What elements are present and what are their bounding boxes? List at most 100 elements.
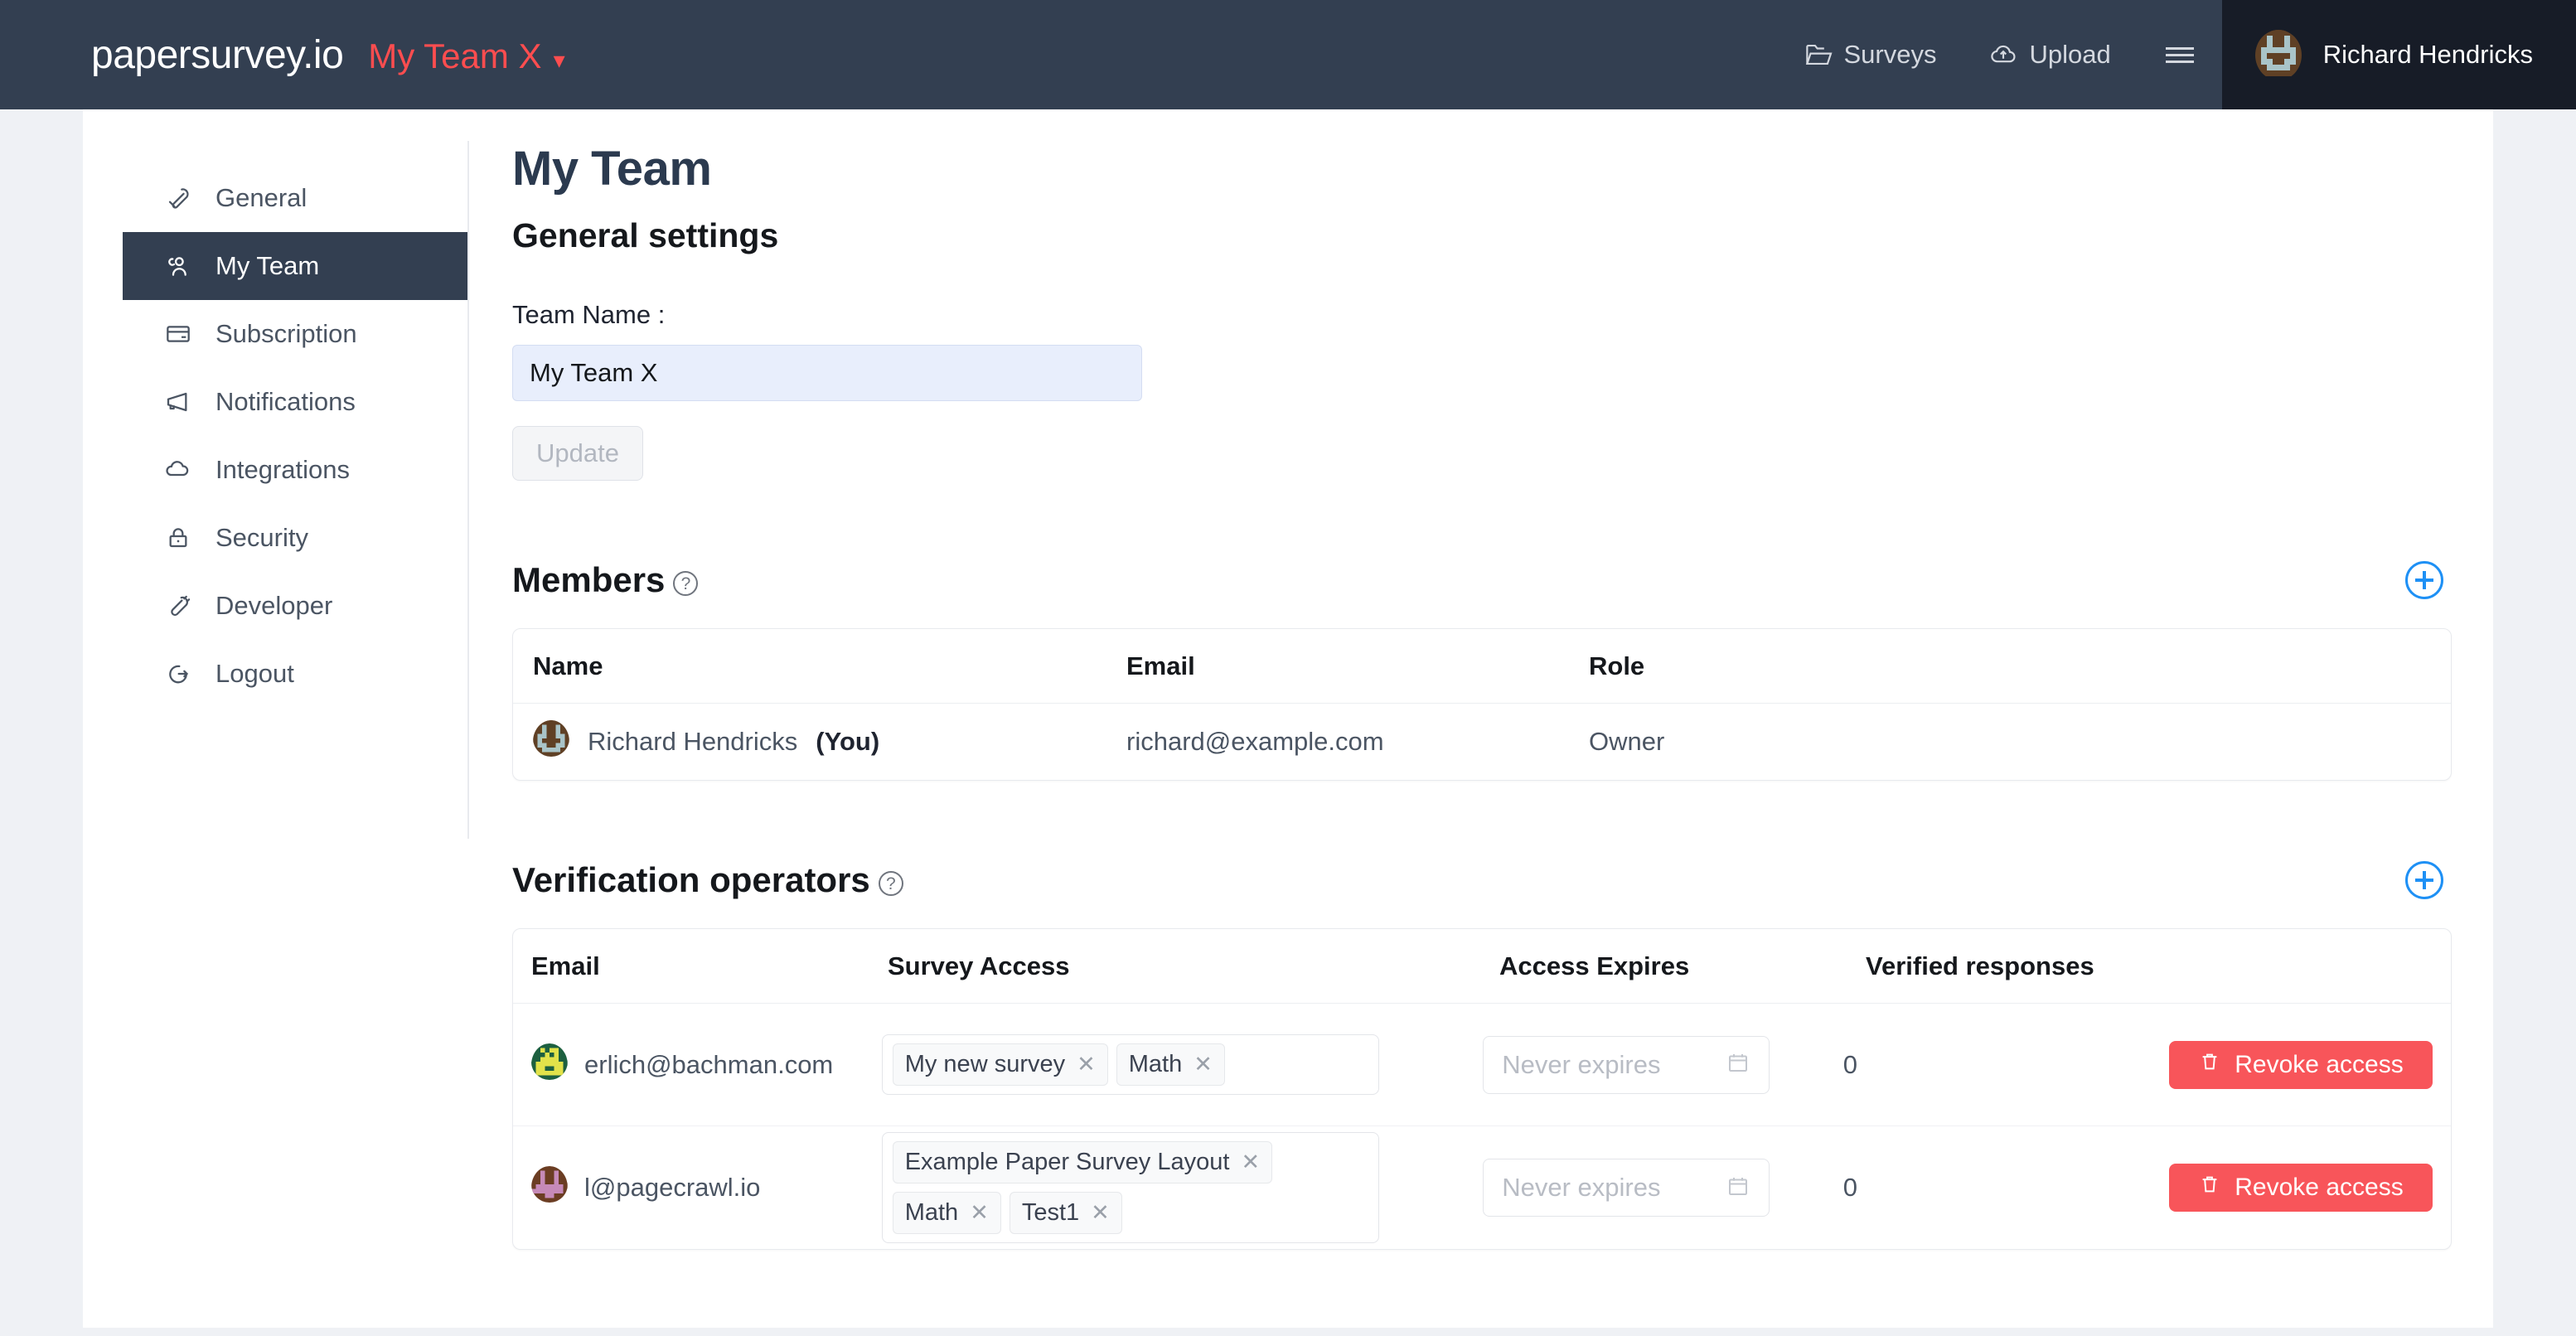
survey-access-tagbox[interactable]: Example Paper Survey Layout ✕ Math ✕ Tes… — [881, 1132, 1379, 1243]
add-member-button[interactable] — [2405, 561, 2443, 599]
list-item[interactable]: Example Paper Survey Layout ✕ — [892, 1141, 1273, 1184]
avatar — [2254, 29, 2302, 80]
sidebar-item-subscription[interactable]: Subscription — [123, 300, 467, 368]
close-icon[interactable]: ✕ — [1194, 1052, 1213, 1077]
revoke-access-button[interactable]: Revoke access — [2168, 1040, 2433, 1089]
member-name-text: Richard Hendricks — [588, 727, 798, 756]
sidebar-item-security[interactable]: Security — [123, 504, 467, 572]
page-surface: General My Team Subscription Notificatio… — [83, 109, 2493, 1328]
members-table-header: Name Email Role — [513, 629, 2451, 704]
members-col-email: Email — [1126, 651, 1195, 680]
table-row: erlich@bachman.com My new survey ✕ Math … — [513, 1004, 2451, 1126]
nav-link-surveys-label: Surveys — [1843, 40, 1937, 69]
sidebar-item-my-team-label: My Team — [215, 251, 320, 280]
members-col-role: Role — [1589, 651, 1645, 680]
members-title: Members ? — [512, 560, 699, 600]
top-navbar: papersurvey.io My Team X ▾ Surveys Uploa… — [0, 0, 2576, 109]
operators-title: Verification operators ? — [512, 860, 903, 900]
chevron-down-icon: ▾ — [553, 46, 565, 73]
help-icon[interactable]: ? — [878, 871, 903, 896]
member-name: Richard Hendricks (You) — [533, 720, 1126, 763]
operator-survey-access-cell: My new survey ✕ Math ✕ — [881, 1034, 1484, 1095]
close-icon[interactable]: ✕ — [1241, 1150, 1260, 1175]
operators-col-email: Email — [531, 951, 600, 980]
logout-icon — [164, 660, 192, 688]
wrench-icon — [164, 184, 192, 212]
sidebar-item-developer[interactable]: Developer — [123, 572, 467, 640]
sidebar-item-logout[interactable]: Logout — [123, 640, 467, 708]
sidebar-item-my-team[interactable]: My Team — [123, 232, 467, 300]
trash-icon — [2198, 1173, 2221, 1203]
sidebar-item-logout-label: Logout — [215, 659, 294, 688]
operator-email-cell: l@pagecrawl.io — [513, 1166, 882, 1209]
cloud-upload-icon — [1989, 42, 2017, 67]
calendar-icon — [1726, 1174, 1750, 1203]
members-section-header: Members ? — [512, 560, 2452, 600]
avatar — [531, 1166, 568, 1209]
operator-expires-cell: Never expires — [1483, 1035, 1843, 1094]
user-menu[interactable]: Richard Hendricks — [2221, 0, 2576, 109]
operators-col-access-expires: Access Expires — [1499, 951, 1690, 980]
list-item[interactable]: My new survey ✕ — [892, 1043, 1108, 1086]
revoke-access-label: Revoke access — [2235, 1050, 2404, 1078]
update-button[interactable]: Update — [512, 426, 643, 481]
team-name-input[interactable] — [512, 345, 1142, 401]
credit-card-icon — [164, 320, 192, 348]
operators-col-survey-access: Survey Access — [888, 951, 1070, 980]
sidebar-item-notifications[interactable]: Notifications — [123, 368, 467, 436]
operator-verified-responses: 0 — [1842, 1049, 1857, 1079]
members-col-name: Name — [533, 651, 603, 680]
sidebar-item-general[interactable]: General — [123, 164, 467, 232]
operators-table: Email Survey Access Access Expires Verif… — [512, 928, 2452, 1250]
operators-section-header: Verification operators ? — [512, 860, 2452, 900]
avatar — [531, 1043, 568, 1087]
help-icon[interactable]: ? — [673, 571, 699, 596]
sidebar-item-security-label: Security — [215, 523, 308, 552]
main-content: My Team General settings Team Name : Upd… — [512, 141, 2452, 1250]
list-item[interactable]: Math ✕ — [1116, 1043, 1225, 1086]
nav-link-upload-label: Upload — [2029, 40, 2111, 69]
operators-col-verified-responses: Verified responses — [1866, 951, 2094, 980]
cloud-icon — [164, 456, 192, 484]
nav-link-surveys[interactable]: Surveys — [1778, 0, 1963, 109]
revoke-access-button[interactable]: Revoke access — [2168, 1164, 2433, 1212]
close-icon[interactable]: ✕ — [970, 1200, 989, 1226]
member-name-cell: Richard Hendricks (You) — [513, 720, 1126, 763]
list-item[interactable]: Math ✕ — [892, 1192, 1001, 1234]
list-item[interactable]: Test1 ✕ — [1009, 1192, 1122, 1234]
operators-section: Verification operators ? Email Survey Ac… — [512, 860, 2452, 1250]
member-email: richard@example.com — [1126, 727, 1384, 756]
sidebar-item-general-label: General — [215, 183, 307, 212]
revoke-access-label: Revoke access — [2235, 1174, 2404, 1201]
close-icon[interactable]: ✕ — [1091, 1200, 1110, 1226]
sidebar-item-subscription-label: Subscription — [215, 319, 357, 348]
add-operator-button[interactable] — [2405, 861, 2443, 899]
operators-table-header: Email Survey Access Access Expires Verif… — [513, 929, 2451, 1004]
survey-access-tagbox[interactable]: My new survey ✕ Math ✕ — [881, 1034, 1379, 1095]
team-switcher[interactable]: My Team X ▾ — [368, 36, 564, 76]
calendar-icon — [1726, 1050, 1750, 1079]
operator-email: l@pagecrawl.io — [531, 1166, 882, 1209]
sidebar-item-integrations[interactable]: Integrations — [123, 436, 467, 504]
general-settings-heading: General settings — [512, 216, 779, 254]
operator-actions-cell: Revoke access — [2168, 1040, 2451, 1089]
member-you-badge: (You) — [816, 727, 880, 756]
tag-label: Math — [1128, 1051, 1183, 1077]
operator-verified-responses: 0 — [1842, 1173, 1857, 1202]
operator-email-cell: erlich@bachman.com — [513, 1043, 882, 1087]
sidebar-item-notifications-label: Notifications — [215, 387, 356, 416]
brand-logo[interactable]: papersurvey.io — [91, 32, 344, 78]
access-expires-input[interactable]: Never expires — [1483, 1035, 1770, 1094]
close-icon[interactable]: ✕ — [1077, 1052, 1096, 1077]
hamburger-icon[interactable] — [2138, 0, 2222, 109]
brand-zone: papersurvey.io My Team X ▾ — [0, 32, 565, 78]
navbar-right: Surveys Upload Richard Hendricks — [1778, 0, 2576, 109]
operator-expires-cell: Never expires — [1483, 1159, 1843, 1217]
access-expires-input[interactable]: Never expires — [1483, 1159, 1770, 1217]
nav-link-upload[interactable]: Upload — [1963, 0, 2137, 109]
operators-title-label: Verification operators — [512, 860, 870, 899]
sidebar-item-integrations-label: Integrations — [215, 455, 350, 484]
user-name: Richard Hendricks — [2322, 40, 2533, 69]
users-icon — [164, 252, 192, 280]
access-expires-placeholder: Never expires — [1502, 1049, 1661, 1079]
